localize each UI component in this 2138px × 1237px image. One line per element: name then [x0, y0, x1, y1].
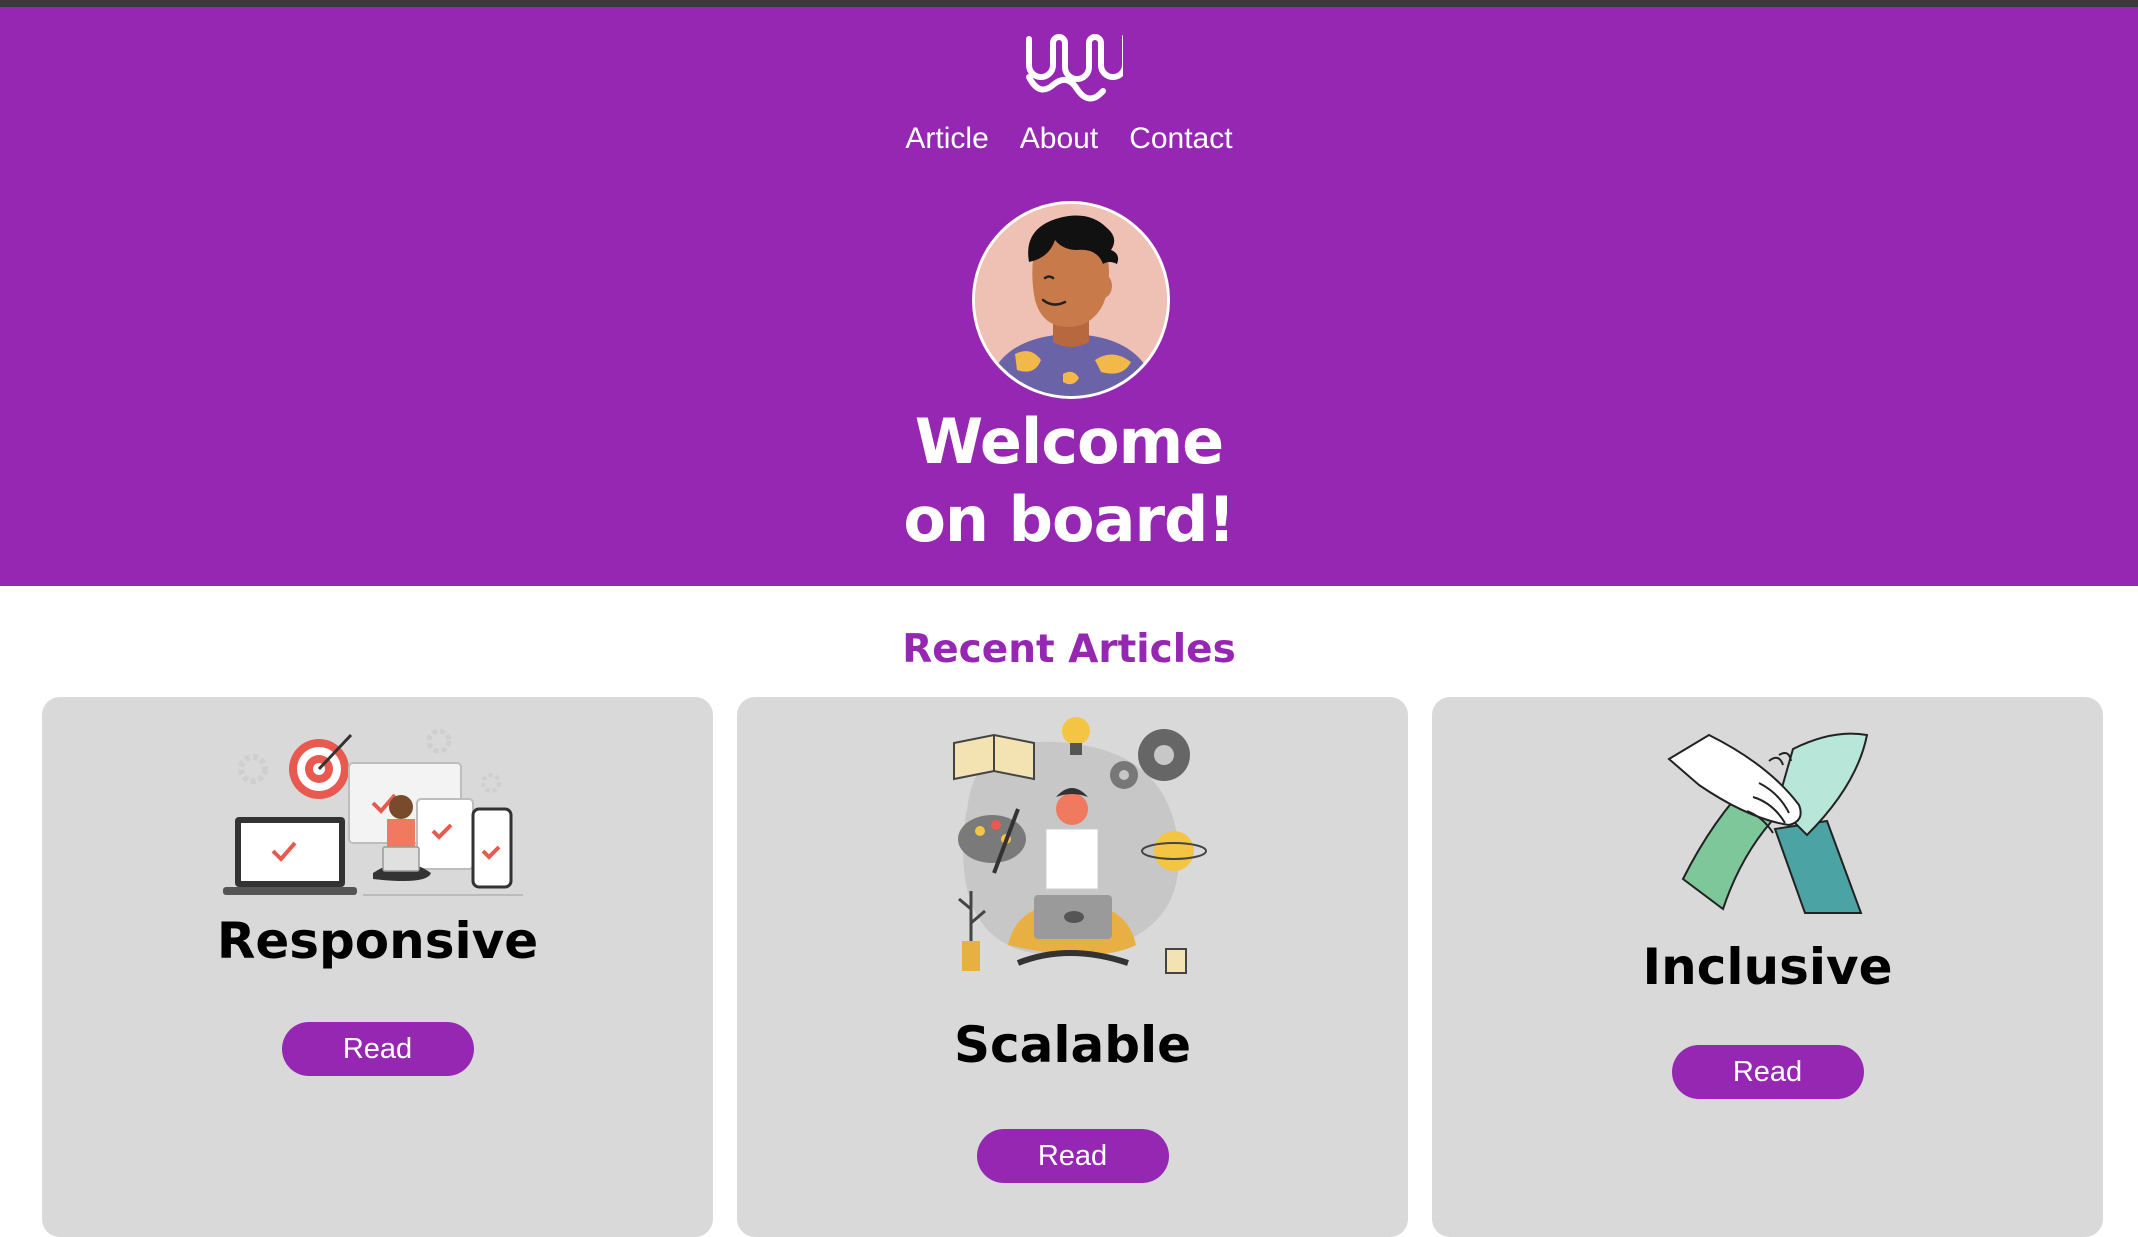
article-cards: Responsive Read Scalable Read Inclusive … [42, 697, 2103, 1237]
responsive-devices-illustration [222, 728, 523, 896]
read-button-inclusive[interactable]: Read [1671, 1045, 1864, 1099]
nav-link-about[interactable]: About [1020, 117, 1098, 161]
inclusive-hands-illustration [1666, 732, 1868, 914]
read-button-scalable[interactable]: Read [976, 1129, 1169, 1183]
article-card-responsive: Responsive Read [42, 697, 713, 1237]
article-card-inclusive: Inclusive Read [1432, 697, 2103, 1237]
article-card-scalable: Scalable Read [737, 697, 1408, 1237]
card-title-responsive: Responsive [216, 912, 539, 970]
hero-title: Welcome on board! [0, 403, 2138, 559]
read-button-responsive[interactable]: Read [281, 1022, 474, 1076]
hero-title-line2: on board! [903, 483, 1235, 556]
nav-link-article[interactable]: Article [905, 117, 988, 161]
browser-top-edge [0, 0, 2138, 7]
main-nav: Article About Contact [0, 117, 2138, 161]
card-title-inclusive: Inclusive [1642, 938, 1893, 996]
wave-logo-icon[interactable] [1021, 19, 1123, 103]
hero-header: Article About Contact Welcome on board! [0, 7, 2138, 586]
scalable-ideas-illustration [952, 717, 1207, 974]
hero-title-line1: Welcome [914, 405, 1224, 478]
nav-link-contact[interactable]: Contact [1129, 117, 1232, 161]
recent-articles-heading: Recent Articles [902, 627, 1236, 672]
avatar [972, 201, 1170, 399]
person-avatar-icon [975, 204, 1167, 396]
card-title-scalable: Scalable [953, 1016, 1192, 1074]
